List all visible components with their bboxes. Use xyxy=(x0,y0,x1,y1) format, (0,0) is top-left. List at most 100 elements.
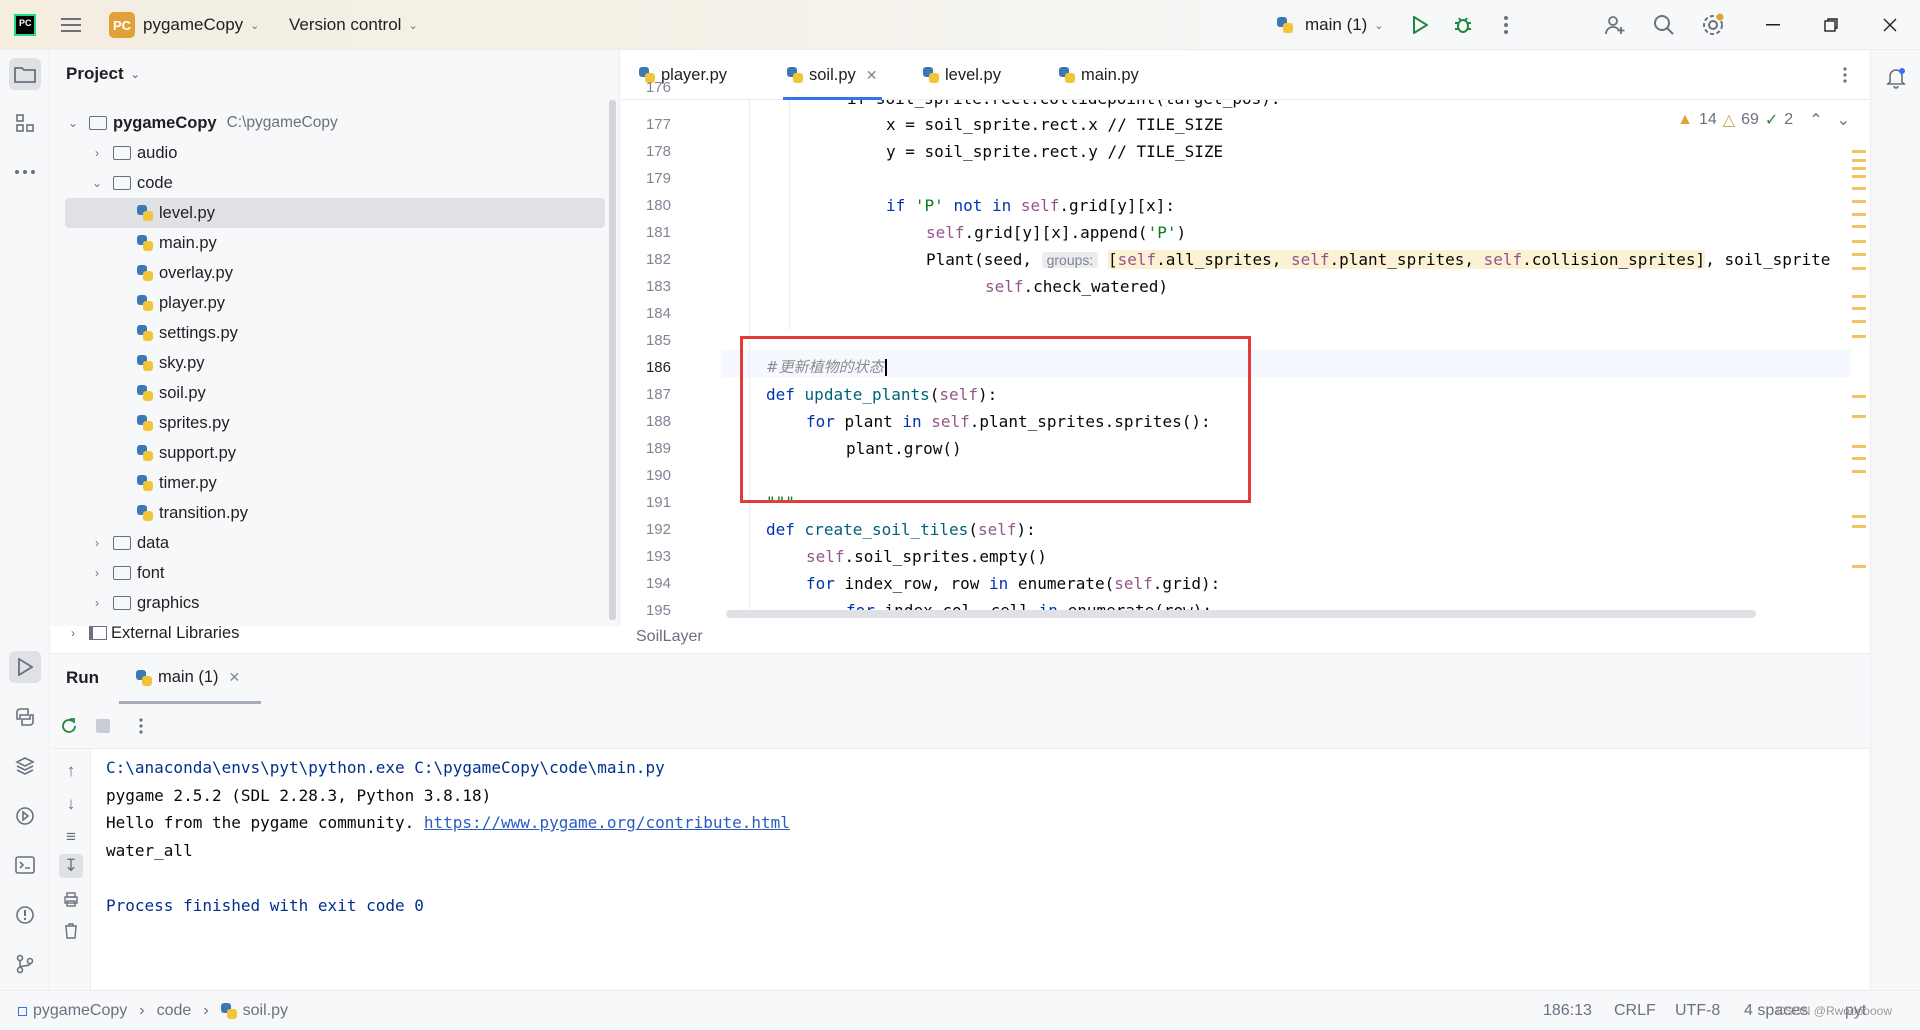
close-tab-icon[interactable]: ✕ xyxy=(866,67,878,84)
left-tool-strip xyxy=(0,50,50,990)
tab-main[interactable]: main.py xyxy=(1059,50,1139,100)
console-link[interactable]: https://www.pygame.org/contribute.html xyxy=(424,813,790,832)
console-output[interactable]: C:\anaconda\envs\pyt\python.exe C:\pygam… xyxy=(106,754,790,919)
tab-soil[interactable]: soil.py ✕ xyxy=(783,50,882,100)
file-label: main.py xyxy=(159,233,217,252)
notifications-icon[interactable] xyxy=(1880,62,1912,94)
vcs-menu[interactable]: Version control ⌄ xyxy=(289,0,418,50)
run-panel-header: Run main (1) ✕ xyxy=(51,654,1870,704)
stop-icon[interactable] xyxy=(91,714,115,738)
tree-folder-graphics[interactable]: › graphics xyxy=(65,588,605,618)
stripe-marker xyxy=(1852,445,1866,448)
tree-folder-data[interactable]: › data xyxy=(65,528,605,558)
tree-file-settings[interactable]: settings.py xyxy=(65,318,605,348)
code-line: def create_soil_tiles(self): xyxy=(766,520,1036,539)
more-icon[interactable] xyxy=(1493,12,1519,38)
scroll-up-icon[interactable]: ↑ xyxy=(59,759,83,783)
tree-file-support[interactable]: support.py xyxy=(65,438,605,468)
search-icon[interactable] xyxy=(1651,12,1677,38)
file-label: support.py xyxy=(159,443,237,462)
scroll-down-icon[interactable]: ↓ xyxy=(59,792,83,816)
editor-breadcrumb[interactable]: SoilLayer xyxy=(636,628,703,646)
close-icon[interactable] xyxy=(1877,12,1903,38)
tree-file-sprites[interactable]: sprites.py xyxy=(65,408,605,438)
tree-file-main[interactable]: main.py xyxy=(65,228,605,258)
chevron-down-icon[interactable]: ⌄ xyxy=(65,116,81,130)
tabs-more-icon[interactable] xyxy=(1843,50,1847,100)
project-scrollbar[interactable] xyxy=(609,100,616,620)
chevron-right-icon[interactable]: › xyxy=(89,146,105,160)
stripe-marker xyxy=(1852,307,1866,310)
add-user-icon[interactable] xyxy=(1602,12,1628,38)
project-panel-header[interactable]: Project ⌄ xyxy=(66,64,140,84)
folder-icon xyxy=(113,596,131,610)
services-icon[interactable] xyxy=(9,800,41,832)
console-line: Hello from the pygame community. https:/… xyxy=(106,813,790,832)
chevron-down-icon[interactable]: ⌄ xyxy=(89,176,105,190)
print-icon[interactable] xyxy=(59,887,83,911)
more-icon[interactable] xyxy=(129,714,153,738)
crumb-file[interactable]: soil.py xyxy=(243,1002,288,1020)
structure-icon[interactable] xyxy=(9,107,41,139)
soft-wrap-icon[interactable]: ≡ xyxy=(59,825,83,849)
run-side-toolbar: ↑ ↓ ≡ ↧ xyxy=(51,749,91,991)
stripe-marker xyxy=(1852,515,1866,518)
run-config-selector[interactable]: main (1) ⌄ xyxy=(1277,0,1384,50)
scroll-to-end-icon[interactable]: ↧ xyxy=(59,854,83,878)
problems-icon[interactable] xyxy=(9,899,41,931)
more-tools-icon[interactable] xyxy=(9,156,41,188)
chevron-right-icon[interactable]: › xyxy=(89,596,105,610)
file-encoding[interactable]: UTF-8 xyxy=(1675,991,1720,1030)
run-tab-main[interactable]: main (1) ✕ xyxy=(136,668,240,687)
line-separator[interactable]: CRLF xyxy=(1614,991,1656,1030)
file-label: level.py xyxy=(159,203,215,222)
error-stripe[interactable] xyxy=(1852,145,1866,605)
project-selector[interactable]: PC pygameCopy ⌄ xyxy=(109,0,259,50)
crumb-folder[interactable]: code xyxy=(157,1002,192,1020)
caret-position[interactable]: 186:13 xyxy=(1543,991,1592,1030)
tree-file-timer[interactable]: timer.py xyxy=(65,468,605,498)
tree-file-transition[interactable]: transition.py xyxy=(65,498,605,528)
tree-external-libraries[interactable]: › External Libraries xyxy=(65,618,605,648)
trash-icon[interactable] xyxy=(59,919,83,943)
stripe-marker xyxy=(1852,225,1866,228)
chevron-right-icon[interactable]: › xyxy=(89,566,105,580)
tree-file-level[interactable]: level.py xyxy=(65,198,605,228)
terminal-icon[interactable] xyxy=(9,849,41,881)
code-line: x = soil_sprite.rect.x // TILE_SIZE xyxy=(886,115,1224,134)
tree-file-sky[interactable]: sky.py xyxy=(65,348,605,378)
rerun-icon[interactable] xyxy=(57,714,81,738)
settings-icon[interactable] xyxy=(1700,12,1726,38)
tree-file-soil[interactable]: soil.py xyxy=(65,378,605,408)
tree-file-player[interactable]: player.py xyxy=(65,288,605,318)
minimize-icon[interactable] xyxy=(1760,12,1786,38)
git-icon[interactable] xyxy=(9,948,41,980)
restore-icon[interactable] xyxy=(1818,12,1844,38)
crumb-project[interactable]: pygameCopy xyxy=(33,1002,127,1020)
python-console-icon[interactable] xyxy=(9,701,41,733)
editor-horizontal-scrollbar[interactable] xyxy=(726,610,1756,618)
python-file-icon xyxy=(1277,17,1293,33)
close-tab-icon[interactable]: ✕ xyxy=(229,669,241,686)
run-toolbar xyxy=(51,704,1870,749)
menu-icon[interactable] xyxy=(58,12,84,38)
tree-folder-audio[interactable]: › audio xyxy=(65,138,605,168)
run-tool-icon[interactable] xyxy=(9,651,41,683)
tab-level[interactable]: level.py xyxy=(923,50,1001,100)
project-folder-icon[interactable] xyxy=(9,58,41,90)
tree-folder-code[interactable]: ⌄ code xyxy=(65,168,605,198)
layers-icon[interactable] xyxy=(9,750,41,782)
tree-root[interactable]: ⌄ pygameCopy C:\pygameCopy xyxy=(65,108,605,138)
status-breadcrumb[interactable]: pygameCopy › code › soil.py xyxy=(18,991,288,1030)
run-icon[interactable] xyxy=(1407,12,1433,38)
code-line: self.grid[y][x].append('P') xyxy=(926,223,1187,242)
stripe-marker xyxy=(1852,415,1866,418)
chevron-right-icon[interactable]: › xyxy=(65,626,81,640)
chevron-right-icon[interactable]: › xyxy=(89,536,105,550)
tree-file-overlay[interactable]: overlay.py xyxy=(65,258,605,288)
tree-folder-font[interactable]: › font xyxy=(65,558,605,588)
chevron-right-icon: › xyxy=(139,1002,145,1019)
code-line: for index_col, cell in enumerate(row): xyxy=(846,597,1212,610)
library-icon xyxy=(89,626,107,640)
debug-icon[interactable] xyxy=(1450,12,1476,38)
